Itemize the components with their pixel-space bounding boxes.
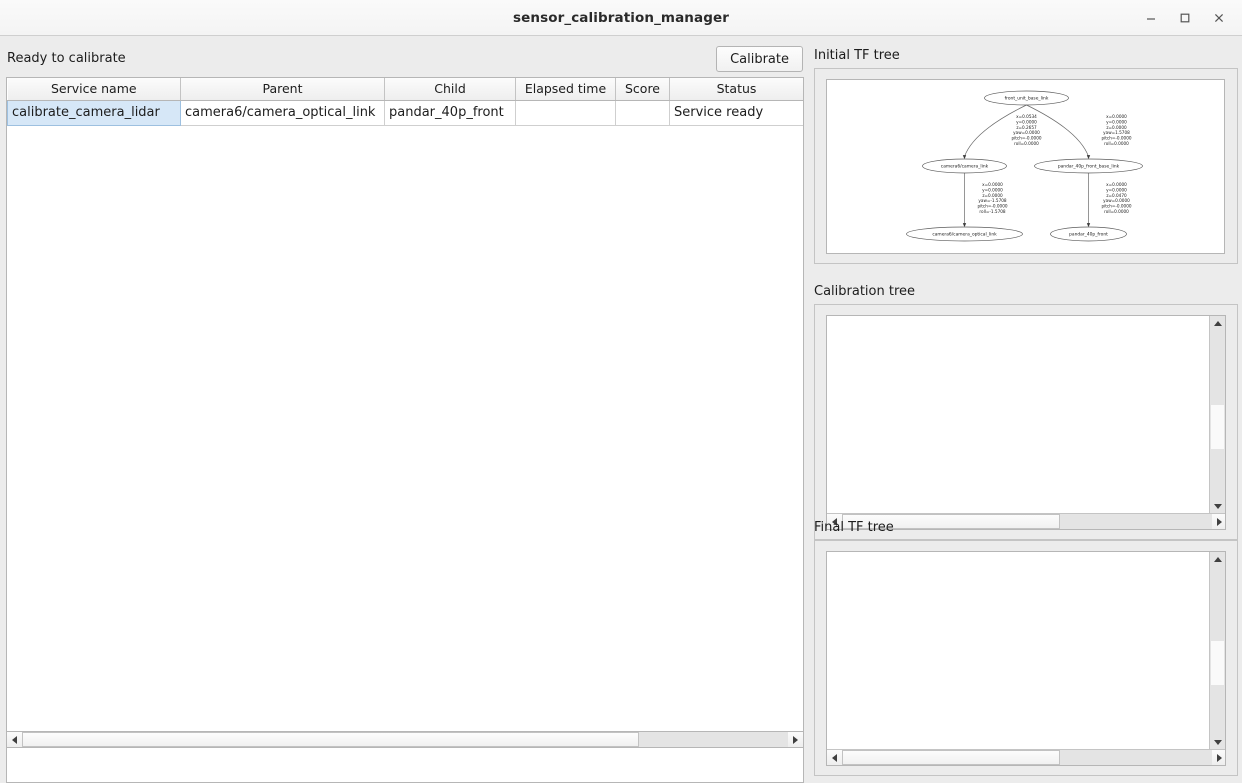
initial-tf-tree-frame: x=0.0534 y=0.0000 z=0.2657 yaw=0.0000 pitch=… <box>814 68 1238 264</box>
column-header-child[interactable]: Child <box>384 78 516 101</box>
scroll-track[interactable] <box>842 514 1212 529</box>
tf-edge-label: x=0.0000 y=0.0000 z=0.0000 yaw=-1.5708 pitch… <box>977 182 1007 214</box>
calibration-tree-vertical-scrollbar[interactable] <box>1209 316 1225 514</box>
maximize-icon <box>1180 13 1190 23</box>
tf-edge-arrow-icon <box>962 155 967 160</box>
cell-service-name[interactable]: calibrate_camera_lidar <box>7 99 181 126</box>
services-table-frame: Service name Parent Child Elapsed time S… <box>6 77 804 783</box>
table-row[interactable]: calibrate_camera_lidar camera6/camera_op… <box>7 99 803 126</box>
scroll-thumb[interactable] <box>842 750 1061 765</box>
cell-score[interactable] <box>615 100 670 126</box>
arrow-right-icon <box>1217 517 1222 526</box>
cell-child[interactable]: pandar_40p_front <box>384 100 516 126</box>
section-title-initial-tf-tree: Initial TF tree <box>814 48 900 63</box>
scroll-thumb[interactable] <box>22 732 639 747</box>
tf-edge-label: x=0.0000 y=0.0000 z=0.0000 yaw=1.5708 pitch=… <box>1101 114 1131 146</box>
scroll-thumb[interactable] <box>1211 404 1224 449</box>
final-tf-tree-vertical-scrollbar[interactable] <box>1209 552 1225 750</box>
calibration-tree-view[interactable] <box>826 315 1226 530</box>
cell-status[interactable]: Service ready <box>669 100 803 126</box>
scroll-up-button[interactable] <box>1210 552 1225 567</box>
tf-edge-arrow-icon <box>962 223 967 228</box>
final-tf-tree-frame <box>814 540 1238 776</box>
status-row: Ready to calibrate Calibrate <box>7 46 803 74</box>
window-title: sensor_calibration_manager <box>512 9 729 26</box>
tf-node-label: front_unit_base_link <box>1005 96 1049 102</box>
table-horizontal-scrollbar[interactable] <box>6 731 804 748</box>
initial-tf-tree-graph: x=0.0534 y=0.0000 z=0.2657 yaw=0.0000 pitch=… <box>906 90 1143 242</box>
scroll-track[interactable] <box>22 732 788 747</box>
column-header-score[interactable]: Score <box>615 78 670 101</box>
window-titlebar: sensor_calibration_manager <box>0 0 1242 36</box>
calibration-tree-canvas[interactable] <box>827 316 1210 514</box>
calibrate-button[interactable]: Calibrate <box>716 46 803 72</box>
arrow-right-icon <box>793 735 798 744</box>
tf-node-label: camera6/camera_optical_link <box>932 232 997 238</box>
cell-parent[interactable]: camera6/camera_optical_link <box>180 100 385 126</box>
column-header-service-name[interactable]: Service name <box>7 78 181 101</box>
scroll-down-button[interactable] <box>1210 735 1225 750</box>
scroll-track[interactable] <box>842 750 1212 765</box>
table-header-row: Service name Parent Child Elapsed time S… <box>7 78 803 101</box>
initial-tf-tree-view[interactable]: x=0.0534 y=0.0000 z=0.2657 yaw=0.0000 pitch=… <box>826 79 1225 254</box>
scroll-right-button[interactable] <box>788 732 803 747</box>
final-tf-tree-horizontal-scrollbar[interactable] <box>827 749 1225 765</box>
section-title-calibration-tree: Calibration tree <box>814 284 916 299</box>
section-title-final-tf-tree: Final TF tree <box>814 520 894 535</box>
scroll-right-button[interactable] <box>1212 514 1225 529</box>
column-header-status[interactable]: Status <box>669 78 803 101</box>
scroll-down-button[interactable] <box>1210 499 1225 514</box>
arrow-left-icon <box>832 753 837 762</box>
tf-node-label: pandar_40p_front_base_link <box>1058 164 1120 170</box>
maximize-button[interactable] <box>1168 4 1202 32</box>
left-pane: Ready to calibrate Calibrate Service nam… <box>0 36 810 783</box>
scroll-left-button[interactable] <box>7 732 22 747</box>
scroll-left-button[interactable] <box>827 750 842 765</box>
scroll-track[interactable] <box>1210 567 1225 735</box>
tf-edge-arrow-icon <box>1086 155 1091 160</box>
tf-edge-label: x=0.0000 y=0.0000 z=0.0470 yaw=0.0000 pitch=… <box>1101 182 1131 214</box>
tf-edge-label: x=0.0534 y=0.0000 z=0.2657 yaw=0.0000 pitch=… <box>1011 114 1041 146</box>
scroll-right-button[interactable] <box>1212 750 1225 765</box>
arrow-up-icon <box>1213 557 1222 562</box>
cell-elapsed-time[interactable] <box>515 100 616 126</box>
arrow-down-icon <box>1213 740 1222 745</box>
close-icon <box>1214 13 1224 23</box>
right-pane: Initial TF tree x=0.0534 y=0.0000 z=0.2657… <box>810 36 1242 776</box>
tf-edge-arrow-icon <box>1086 223 1091 228</box>
minimize-icon <box>1147 18 1155 20</box>
tf-node-label: pandar_40p_front <box>1069 232 1108 238</box>
scroll-thumb[interactable] <box>1211 640 1224 685</box>
arrow-left-icon <box>12 735 17 744</box>
final-tf-tree-canvas[interactable] <box>827 552 1210 750</box>
final-tf-tree-view[interactable] <box>826 551 1226 766</box>
table-body: calibrate_camera_lidar camera6/camera_op… <box>7 99 803 126</box>
column-header-parent[interactable]: Parent <box>180 78 385 101</box>
column-header-elapsed-time[interactable]: Elapsed time <box>515 78 616 101</box>
calibration-tree-frame <box>814 304 1238 540</box>
arrow-down-icon <box>1213 504 1222 509</box>
arrow-up-icon <box>1213 321 1222 326</box>
arrow-right-icon <box>1217 753 1222 762</box>
close-button[interactable] <box>1202 4 1236 32</box>
services-table: Service name Parent Child Elapsed time S… <box>7 78 803 126</box>
tf-node-label: camera6/camera_link <box>941 164 989 170</box>
scroll-track[interactable] <box>1210 331 1225 499</box>
status-text: Ready to calibrate <box>7 51 126 66</box>
scroll-up-button[interactable] <box>1210 316 1225 331</box>
minimize-button[interactable] <box>1134 4 1168 32</box>
window-controls <box>1134 0 1236 36</box>
